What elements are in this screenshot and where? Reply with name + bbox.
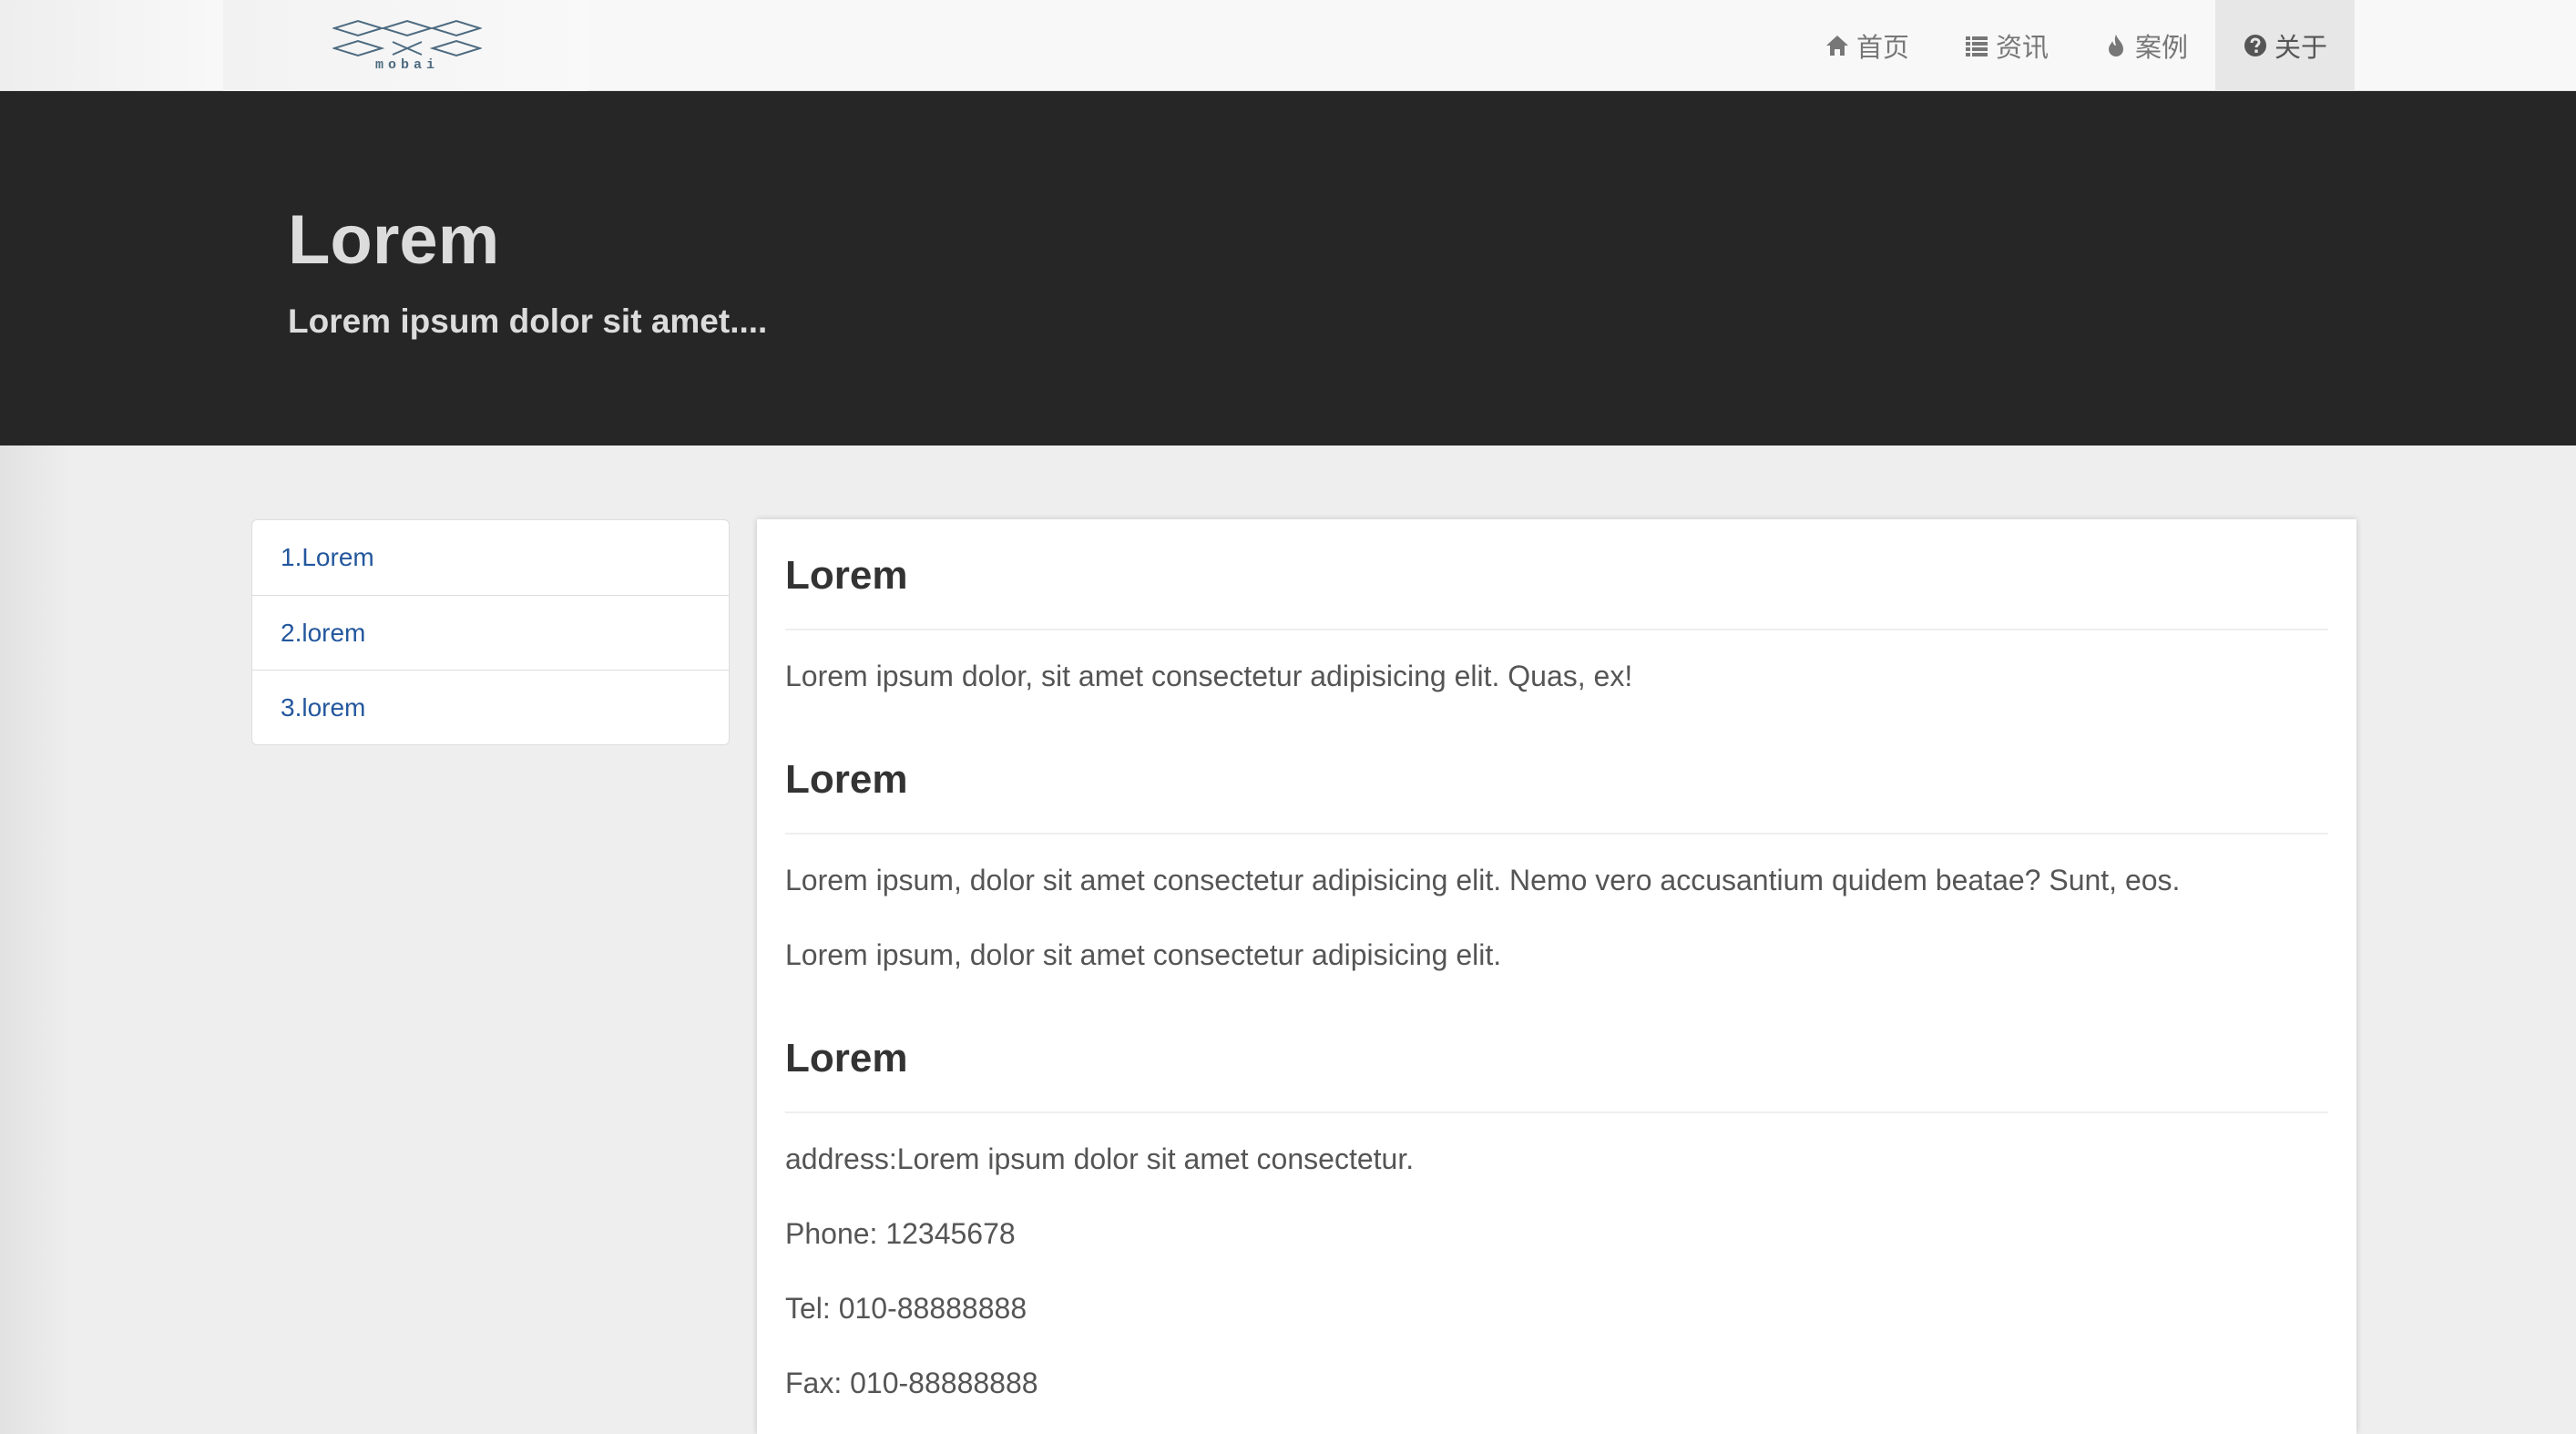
home-icon (1825, 36, 1848, 56)
fire-icon (2108, 35, 2123, 56)
sidebar-item-3[interactable]: 3.lorem (252, 670, 729, 744)
section-title: Lorem (785, 1002, 2328, 1113)
contact-phone: Phone: 12345678 (785, 1217, 1016, 1250)
list-icon (1965, 36, 1988, 56)
section-paragraph: Lorem ipsum, dolor sit amet consectetur … (785, 938, 1502, 971)
section-title: Lorem (785, 723, 2328, 835)
nav-label-about: 关于 (2274, 32, 2327, 63)
top-navbar: mobai 首页 资讯 案例 关于 (0, 0, 2576, 91)
content-panel: Lorem Lorem ipsum dolor, sit amet consec… (757, 519, 2356, 1434)
sidebar-list: 1.Lorem 2.lorem 3.lorem (251, 519, 730, 745)
hero-banner: Lorem Lorem ipsum dolor sit amet.... (0, 91, 2576, 446)
logo-text: mobai (375, 57, 439, 71)
section-paragraph: Lorem ipsum, dolor sit amet consectetur … (785, 864, 2181, 896)
contact-fax: Fax: 010-88888888 (785, 1367, 1038, 1399)
content-section-1: Lorem Lorem ipsum dolor, sit amet consec… (785, 519, 2328, 723)
sidebar-item-1[interactable]: 1.Lorem (252, 520, 729, 595)
nav-label-news: 资讯 (1995, 32, 2049, 63)
section-paragraph: Lorem ipsum dolor, sit amet consectetur … (785, 660, 1633, 692)
content-section-3: Lorem address:Lorem ipsum dolor sit amet… (785, 1002, 2328, 1430)
hero-title: Lorem (288, 201, 500, 279)
sidebar-item-2[interactable]: 2.lorem (252, 595, 729, 670)
nav-item-news[interactable]: 资讯 (1937, 0, 2076, 91)
section-title: Lorem (785, 519, 2328, 630)
nav-item-home[interactable]: 首页 (1797, 0, 1937, 91)
question-circle-icon (2244, 35, 2266, 56)
content-section-2: Lorem Lorem ipsum, dolor sit amet consec… (785, 723, 2328, 1002)
nav-item-about[interactable]: 关于 (2214, 0, 2355, 91)
contact-address: address:Lorem ipsum dolor sit amet conse… (785, 1142, 1415, 1175)
nav-label-cases: 案例 (2134, 32, 2188, 63)
main-nav: 首页 资讯 案例 关于 (1797, 0, 2355, 91)
contact-tel: Tel: 010-88888888 (785, 1292, 1027, 1325)
hero-subtitle: Lorem ipsum dolor sit amet.... (288, 302, 768, 340)
nav-item-cases[interactable]: 案例 (2076, 0, 2215, 91)
nav-label-home: 首页 (1855, 32, 1909, 63)
mobai-logo[interactable]: mobai (332, 16, 482, 71)
